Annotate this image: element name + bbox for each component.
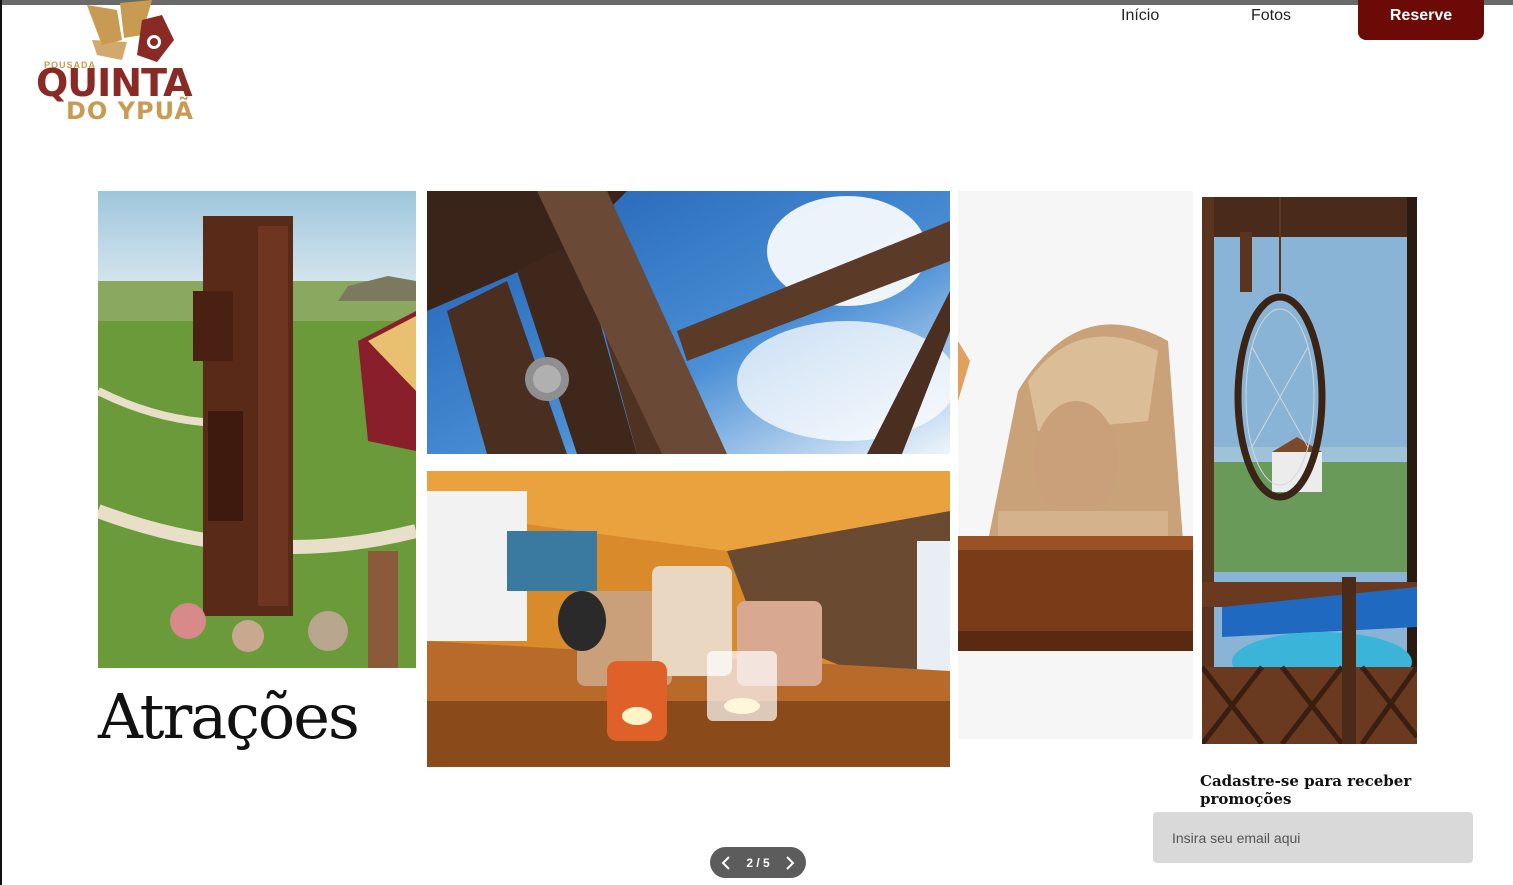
shower-photo-image [427, 191, 950, 454]
gallery-photo-shower[interactable] [427, 191, 950, 454]
sculpture-photo-image [958, 191, 1193, 739]
logo-emblem-icon [87, 0, 174, 62]
gallery-photo-dreamcatcher[interactable] [1202, 197, 1417, 744]
chevron-left-icon[interactable] [716, 853, 736, 873]
top-border [0, 0, 1513, 5]
gallery-pagination: 2 / 5 [710, 847, 806, 878]
gallery-title: Atrações [98, 680, 360, 753]
totem-photo-image [98, 191, 416, 668]
logo-sub-text: DO YPUÃ [66, 97, 194, 125]
nav-inicio[interactable]: Início [1121, 7, 1159, 25]
reserve-button[interactable]: Reserve [1358, 0, 1484, 40]
dreamcatcher-photo-image [1202, 197, 1417, 744]
chevron-right-icon[interactable] [780, 853, 800, 873]
email-field[interactable] [1153, 812, 1473, 863]
newsletter-label: Cadastre-se para receber promoções [1200, 772, 1412, 808]
candles-photo-image [427, 471, 950, 767]
site-logo[interactable]: POUSADA QUINTA DO YPUÃ [30, 0, 205, 130]
left-border [0, 0, 2, 885]
nav-fotos[interactable]: Fotos [1251, 7, 1291, 25]
gallery-photo-totem[interactable] [98, 191, 416, 668]
gallery-photo-candles[interactable] [427, 471, 950, 767]
gallery-photo-sculpture[interactable] [958, 191, 1193, 739]
pagination-counter: 2 / 5 [746, 855, 770, 870]
